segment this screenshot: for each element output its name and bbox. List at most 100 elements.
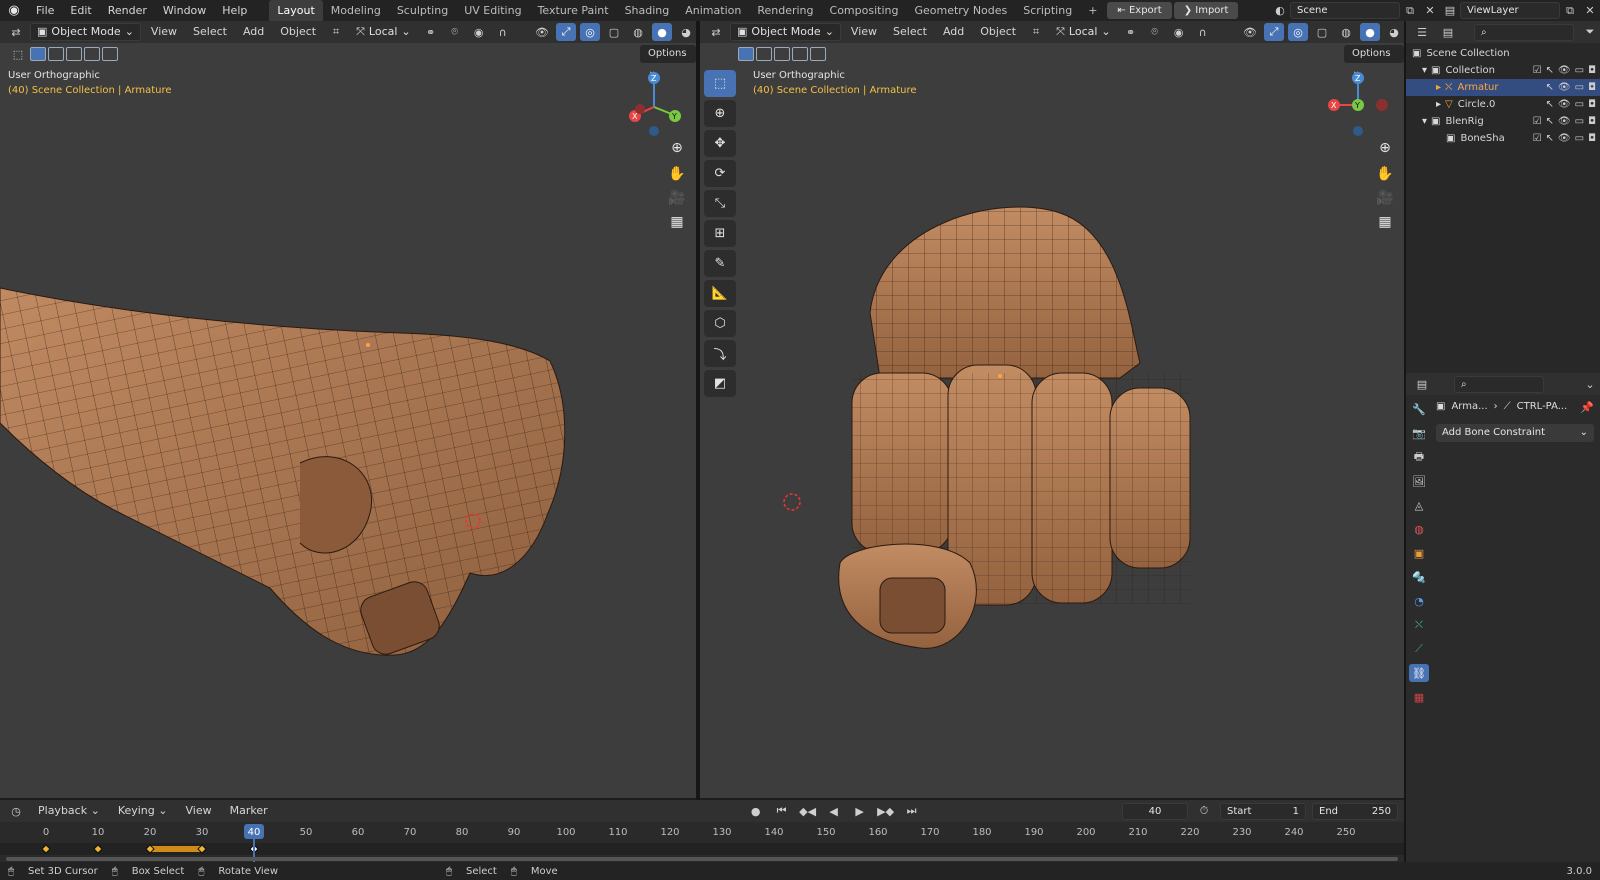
material-shading-icon[interactable]: ◕ <box>676 23 696 41</box>
add-cube-tool-icon[interactable]: ⬡ <box>704 310 736 337</box>
bend-tool-icon[interactable]: ⤵ <box>704 340 736 367</box>
snap-icon[interactable]: ⌾ <box>1145 23 1165 41</box>
solid-shading-icon[interactable]: ● <box>652 23 672 41</box>
monitor-icon[interactable]: ▭ <box>1575 116 1584 127</box>
prev-keyframe-icon[interactable]: ◆◀ <box>798 802 818 820</box>
pivot-icon[interactable]: ⚭ <box>1121 23 1141 41</box>
visibility-icon[interactable]: 👁 <box>532 23 552 41</box>
camera-icon[interactable]: ◘ <box>1588 116 1596 127</box>
monitor-icon[interactable]: ▭ <box>1575 133 1584 144</box>
falloff-icon[interactable]: ∩ <box>1193 23 1213 41</box>
eye-icon[interactable]: 👁 <box>1558 65 1571 76</box>
proportional-edit-icon[interactable]: ◉ <box>1169 23 1189 41</box>
physics-tab-icon[interactable]: ◔ <box>1409 592 1429 610</box>
right-menu-view[interactable]: View <box>845 23 883 41</box>
next-keyframe-icon[interactable]: ▶◆ <box>876 802 896 820</box>
select-arrow-icon[interactable]: ↖ <box>1546 99 1554 110</box>
pivot-icon[interactable]: ⚭ <box>421 23 441 41</box>
zoom-icon[interactable]: ⊕ <box>1374 137 1396 159</box>
modifier-tab-icon[interactable]: 🔩 <box>1409 568 1429 586</box>
jump-end-icon[interactable]: ⏭ <box>902 802 922 820</box>
outliner-row-armature[interactable]: ▸ ⛌ Armatur ↖ 👁 ▭ ◘ <box>1406 79 1600 96</box>
outliner-row-boneshapes[interactable]: ▣ BoneSha ☑ ↖ 👁 ▭ ◘ <box>1406 130 1600 147</box>
snap-target-icon[interactable]: ⌗ <box>1026 23 1046 41</box>
export-button[interactable]: ⇤ Export <box>1107 2 1172 19</box>
menu-window[interactable]: Window <box>155 0 214 21</box>
eye-icon[interactable]: 👁 <box>1558 133 1571 144</box>
outliner-row-circle[interactable]: ▸ ▽ Circle.0 ↖ 👁 ▭ ◘ <box>1406 96 1600 113</box>
right-3d-viewport[interactable]: Options ⌄ User Orthographic (40) Scene C… <box>700 43 1404 798</box>
monitor-icon[interactable]: ▭ <box>1575 65 1584 76</box>
monitor-icon[interactable]: ▭ <box>1575 82 1584 93</box>
tab-uv-editing[interactable]: UV Editing <box>456 0 529 21</box>
stopwatch-icon[interactable]: ⏱ <box>1194 802 1214 820</box>
camera-icon[interactable]: ◘ <box>1588 99 1596 110</box>
timeline-scrollbar[interactable] <box>6 857 1398 861</box>
falloff-icon[interactable]: ∩ <box>493 23 513 41</box>
auto-key-icon[interactable]: ● <box>746 802 766 820</box>
play-reverse-icon[interactable]: ◀ <box>824 802 844 820</box>
right-orientation-select[interactable]: ⤧ Local ⌄ <box>1050 23 1117 41</box>
blender-logo-icon[interactable]: ◉ <box>0 3 28 18</box>
zoom-icon[interactable]: ⊕ <box>666 137 688 159</box>
pin-icon[interactable]: 📌 <box>1580 401 1594 414</box>
solid-shading-icon[interactable]: ● <box>1360 23 1380 41</box>
gizmo-toggle-icon[interactable]: ⤢ <box>556 23 576 41</box>
rotate-tool-icon[interactable]: ⟳ <box>704 160 736 187</box>
view-layer-field[interactable]: ViewLayer <box>1460 2 1560 19</box>
marker-menu[interactable]: Marker <box>224 802 274 820</box>
right-menu-select[interactable]: Select <box>887 23 933 41</box>
scene-icon[interactable]: ◐ <box>1270 2 1290 20</box>
properties-search-input[interactable]: ⌕ <box>1454 375 1544 393</box>
delete-scene-icon[interactable]: ✕ <box>1420 2 1440 20</box>
new-view-layer-icon[interactable]: ⧉ <box>1560 2 1580 20</box>
select-arrow-icon[interactable]: ↖ <box>1546 82 1554 93</box>
add-workspace-button[interactable]: + <box>1080 0 1105 21</box>
editor-type-icon[interactable]: ⇄ <box>6 23 26 41</box>
tab-compositing[interactable]: Compositing <box>822 0 907 21</box>
jump-start-icon[interactable]: ⏮ <box>772 802 792 820</box>
outliner-row-blenrig[interactable]: ▾ ▣ BlenRig ☑ ↖ 👁 ▭ ◘ <box>1406 113 1600 130</box>
pan-hand-icon[interactable]: ✋ <box>1374 163 1396 185</box>
timeline-view-menu[interactable]: View <box>179 802 217 820</box>
import-button[interactable]: ❯ Import <box>1173 2 1239 19</box>
world-tab-icon[interactable]: ◍ <box>1409 520 1429 538</box>
right-menu-add[interactable]: Add <box>937 23 970 41</box>
menu-file[interactable]: File <box>28 0 62 21</box>
tab-modeling[interactable]: Modeling <box>323 0 389 21</box>
checkbox-icon[interactable]: ☑ <box>1533 116 1542 127</box>
menu-render[interactable]: Render <box>100 0 155 21</box>
outliner-row-scene-collection[interactable]: ▣ Scene Collection <box>1406 45 1600 62</box>
delete-view-layer-icon[interactable]: ✕ <box>1580 2 1600 20</box>
menu-edit[interactable]: Edit <box>62 0 99 21</box>
play-icon[interactable]: ▶ <box>850 802 870 820</box>
cursor-tool-icon[interactable]: ⊕ <box>704 100 736 127</box>
tab-texture-paint[interactable]: Texture Paint <box>530 0 617 21</box>
view-layer-icon[interactable]: ▤ <box>1440 2 1460 20</box>
wireframe-shading-icon[interactable]: ◍ <box>1336 23 1356 41</box>
add-bone-constraint-button[interactable]: Add Bone Constraint ⌄ <box>1436 424 1594 442</box>
outliner-row-collection[interactable]: ▾ ▣ Collection ☑ ↖ 👁 ▭ ◘ <box>1406 62 1600 79</box>
checkbox-icon[interactable]: ☑ <box>1533 65 1542 76</box>
measure-tool-icon[interactable]: 📐 <box>704 280 736 307</box>
gizmo-toggle-icon[interactable]: ⤢ <box>1264 23 1284 41</box>
xray-icon[interactable]: ▢ <box>1312 23 1332 41</box>
right-menu-object[interactable]: Object <box>974 23 1022 41</box>
xray-icon[interactable]: ▢ <box>604 23 624 41</box>
eye-icon[interactable]: 👁 <box>1558 99 1571 110</box>
bone-constraint-tab-icon[interactable]: ⛓ <box>1409 664 1429 682</box>
tab-geometry-nodes[interactable]: Geometry Nodes <box>906 0 1015 21</box>
camera-icon[interactable]: 🎥 <box>666 187 688 209</box>
display-mode-icon[interactable]: ▤ <box>1438 23 1458 41</box>
annotate-tool-icon[interactable]: ✎ <box>704 250 736 277</box>
wireframe-shading-icon[interactable]: ◍ <box>628 23 648 41</box>
bone-tab-icon[interactable]: ⟋ <box>1409 640 1429 658</box>
filter-icon[interactable]: ⏷ <box>1580 23 1600 41</box>
select-arrow-icon[interactable]: ↖ <box>1546 65 1554 76</box>
camera-icon[interactable]: ◘ <box>1588 82 1596 93</box>
snap-icon[interactable]: ⌾ <box>445 23 465 41</box>
timeline-ruler[interactable]: 0 10 20 30 40 50 60 70 80 90 100 110 120 130 140 150 160… <box>0 822 1404 862</box>
material-shading-icon[interactable]: ◕ <box>1384 23 1404 41</box>
object-tab-icon[interactable]: ▣ <box>1409 544 1429 562</box>
tab-animation[interactable]: Animation <box>677 0 749 21</box>
